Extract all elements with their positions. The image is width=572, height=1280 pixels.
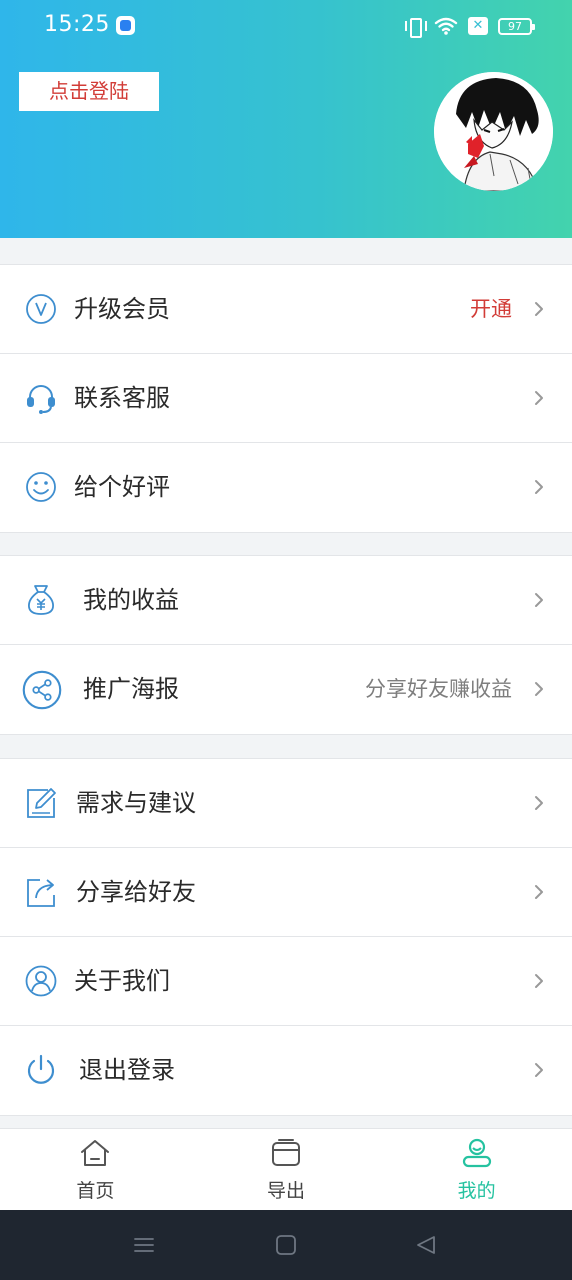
- menu-label-promo-poster: 推广海报: [83, 675, 179, 703]
- profile-header: 15:25 ✕ 97 点击登陆: [0, 0, 572, 238]
- tab-mine[interactable]: 我的: [381, 1129, 572, 1210]
- menu-label-contact-support: 联系客服: [74, 384, 170, 412]
- edit-icon: [27, 788, 56, 818]
- menu-label-rate-app: 给个好评: [74, 473, 170, 501]
- share-out-icon: [27, 879, 55, 907]
- back-icon[interactable]: [414, 1233, 438, 1257]
- tab-label-mine: 我的: [457, 1180, 496, 1202]
- menu-row-share-friends[interactable]: 分享给好友: [0, 848, 572, 937]
- app-notification-icon: [116, 16, 135, 35]
- chevron-right-icon: [535, 391, 543, 405]
- menu-row-promo-poster[interactable]: 推广海报 分享好友赚收益: [0, 645, 572, 734]
- menu-label-feedback: 需求与建议: [76, 789, 196, 817]
- menu-label-about-us: 关于我们: [74, 967, 170, 995]
- share-nodes-icon: [22, 670, 62, 710]
- status-bar: 15:25 ✕ 97: [0, 0, 572, 52]
- menu-row-feedback[interactable]: 需求与建议: [0, 759, 572, 848]
- system-navigation-bar: [0, 1210, 572, 1280]
- menu-row-rate-app[interactable]: 给个好评: [0, 443, 572, 532]
- login-button[interactable]: 点击登陆: [19, 72, 159, 111]
- chevron-right-icon: [535, 593, 543, 607]
- chevron-right-icon: [535, 885, 543, 899]
- chevron-right-icon: [535, 1063, 543, 1077]
- no-sim-icon: ✕: [468, 17, 488, 35]
- home-icon: [81, 1140, 110, 1166]
- menu-group-general: 需求与建议 分享给好友 关于我们 退出登录: [0, 758, 572, 1116]
- chevron-right-icon: [535, 480, 543, 494]
- battery-icon: 97: [498, 17, 535, 35]
- money-bag-icon: [28, 585, 54, 615]
- tab-label-export: 导出: [267, 1180, 306, 1202]
- box-icon: [272, 1139, 300, 1166]
- user-circle-icon: [25, 965, 57, 997]
- tab-label-home: 首页: [76, 1180, 115, 1202]
- bottom-tab-bar: 首页 导出 我的: [0, 1128, 572, 1210]
- menu-label-share-friends: 分享给好友: [76, 878, 196, 906]
- profile-page: 15:25 ✕ 97 点击登陆 升级会员 开通 联系客服 给个好评 我的收益 推…: [0, 0, 572, 1280]
- status-time: 15:25: [44, 12, 110, 37]
- tab-home[interactable]: 首页: [0, 1129, 191, 1210]
- menu-group-earnings: 我的收益 推广海报 分享好友赚收益: [0, 555, 572, 735]
- chevron-right-icon: [535, 682, 543, 696]
- menu-row-contact-support[interactable]: 联系客服: [0, 354, 572, 443]
- chevron-right-icon: [535, 796, 543, 810]
- status-indicators: ✕ 97: [404, 14, 535, 38]
- menu-value-activate[interactable]: 开通: [470, 265, 512, 354]
- menu-label-upgrade-vip: 升级会员: [74, 295, 170, 323]
- menu-row-my-earnings[interactable]: 我的收益: [0, 556, 572, 645]
- menu-label-logout: 退出登录: [79, 1056, 175, 1084]
- menu-row-about-us[interactable]: 关于我们: [0, 937, 572, 1026]
- home-button-icon[interactable]: [274, 1233, 298, 1257]
- menu-label-my-earnings: 我的收益: [83, 586, 179, 614]
- menu-row-logout[interactable]: 退出登录: [0, 1026, 572, 1115]
- vip-icon: [26, 294, 56, 324]
- wifi-icon: [434, 17, 458, 35]
- chevron-right-icon: [535, 974, 543, 988]
- avatar[interactable]: [434, 72, 553, 191]
- headset-icon: [27, 385, 55, 414]
- chevron-right-icon: [535, 302, 543, 316]
- profile-icon: [462, 1138, 491, 1168]
- menu-value-share-earn: 分享好友赚收益: [365, 677, 512, 701]
- vibrate-icon: [404, 16, 427, 38]
- tab-export[interactable]: 导出: [191, 1129, 382, 1210]
- menu-row-upgrade-vip[interactable]: 升级会员 开通: [0, 265, 572, 354]
- smile-icon: [26, 472, 56, 502]
- power-icon: [27, 1054, 55, 1084]
- avatar-illustration: [434, 72, 553, 191]
- menu-group-account: 升级会员 开通 联系客服 给个好评: [0, 264, 572, 533]
- menu-icon[interactable]: [132, 1233, 156, 1257]
